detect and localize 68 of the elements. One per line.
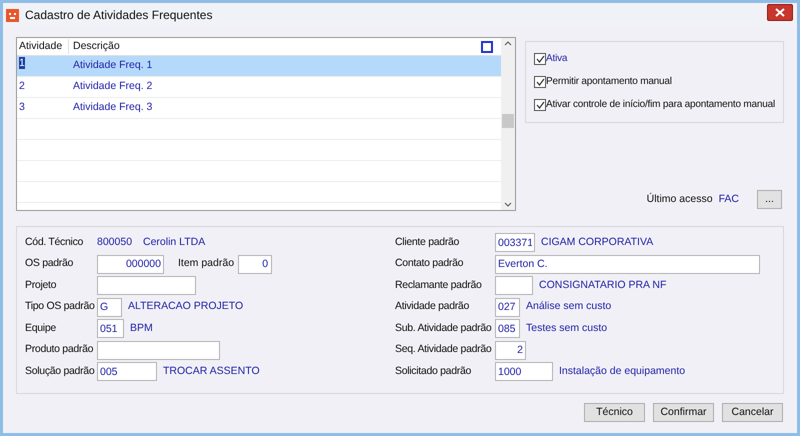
field-label: Tipo OS padrão <box>25 300 95 312</box>
table-cell-text: Atividade Freq. 1 <box>72 58 152 74</box>
field-value: 800050 <box>97 234 134 250</box>
input-field[interactable]: 085 <box>495 319 520 338</box>
input-field[interactable] <box>97 340 220 360</box>
checkbox[interactable] <box>534 52 546 64</box>
window-title: Cadastro de Atividades Frequentes <box>25 7 212 24</box>
column-header[interactable]: Atividade <box>17 38 69 54</box>
field-description: BPM <box>130 320 153 336</box>
field-description: CONSIGNATARIO PRA NF <box>539 278 666 293</box>
table-cell: 2 <box>19 80 25 92</box>
input-field[interactable]: 0 <box>238 254 272 274</box>
scroll-up-icon[interactable] <box>504 41 512 46</box>
close-icon <box>775 8 785 17</box>
field-label: Solicitado padrão <box>395 364 472 377</box>
table-row[interactable]: 1 Atividade Freq. 1 <box>17 56 502 77</box>
field-label: Contato padrão <box>395 257 464 270</box>
field-label: Cliente padrão <box>395 236 460 248</box>
column-header[interactable]: Descrição <box>69 38 120 54</box>
input-field[interactable]: 2 <box>495 340 526 360</box>
field-label: OS padrão <box>25 257 74 270</box>
app-icon <box>6 8 19 22</box>
table-cell: 1 <box>19 57 25 69</box>
input-field[interactable]: 1000 <box>495 362 553 382</box>
field-label: Atividade padrão <box>395 300 470 312</box>
field-description: Cerolin LTDA <box>143 234 206 250</box>
field-description: ALTERACAO PROJETO <box>128 299 244 314</box>
field-description: TROCAR ASSENTO <box>163 364 260 379</box>
dialog-button[interactable]: Cancelar <box>722 403 783 422</box>
field-label: Cód. Técnico <box>25 236 84 248</box>
field-label: Sub. Atividade padrão <box>395 322 492 334</box>
field-label: Solução padrão <box>25 364 94 377</box>
last-access-label: Último acesso <box>646 192 713 207</box>
input-field[interactable]: Everton C. <box>495 254 760 274</box>
input-field[interactable]: 027 <box>495 298 520 317</box>
field-label: Reclamante padrão <box>395 278 482 291</box>
field-label: Projeto <box>25 278 56 291</box>
field-label: Equipe <box>25 322 56 334</box>
field-label: Item padrão <box>178 256 234 272</box>
checkbox[interactable] <box>534 76 546 88</box>
input-field[interactable] <box>97 276 196 296</box>
checkbox-label[interactable]: Permitir apontamento manual <box>546 74 672 89</box>
input-field[interactable]: 005 <box>97 362 157 382</box>
field-label: Seq. Atividade padrão <box>395 343 492 356</box>
table-cell-text: Atividade Freq. 3 <box>72 100 152 116</box>
scroll-down-icon[interactable] <box>504 202 512 207</box>
browse-button[interactable]: ... <box>757 190 782 209</box>
last-access-value: FAC <box>718 192 739 207</box>
input-field[interactable]: G <box>97 298 122 317</box>
field-label: Produto padrão <box>25 343 94 356</box>
checkbox-label[interactable]: Ativar controle de início/fim para apontamento manual <box>546 97 775 112</box>
field-description: Testes sem custo <box>526 320 608 336</box>
close-button[interactable] <box>767 4 793 21</box>
checkbox[interactable] <box>534 98 546 110</box>
field-description: Análise sem custo <box>526 299 612 314</box>
table-cell-text: Atividade Freq. 2 <box>72 79 152 94</box>
select-all-checkbox[interactable] <box>481 41 494 53</box>
table-cell: 3 <box>19 101 25 114</box>
scrollbar[interactable] <box>501 38 516 210</box>
input-field[interactable]: 000000 <box>97 254 164 274</box>
field-description: Instalação de equipamento <box>559 364 686 379</box>
checkbox-label[interactable]: Ativa <box>546 51 568 66</box>
dialog-button[interactable]: Confirmar <box>653 403 714 422</box>
input-field[interactable]: 051 <box>97 319 124 338</box>
input-field[interactable] <box>495 276 533 296</box>
dialog-button[interactable]: Técnico <box>584 403 645 422</box>
field-description: CIGAM CORPORATIVA <box>541 234 654 250</box>
scroll-thumb[interactable] <box>502 114 514 128</box>
